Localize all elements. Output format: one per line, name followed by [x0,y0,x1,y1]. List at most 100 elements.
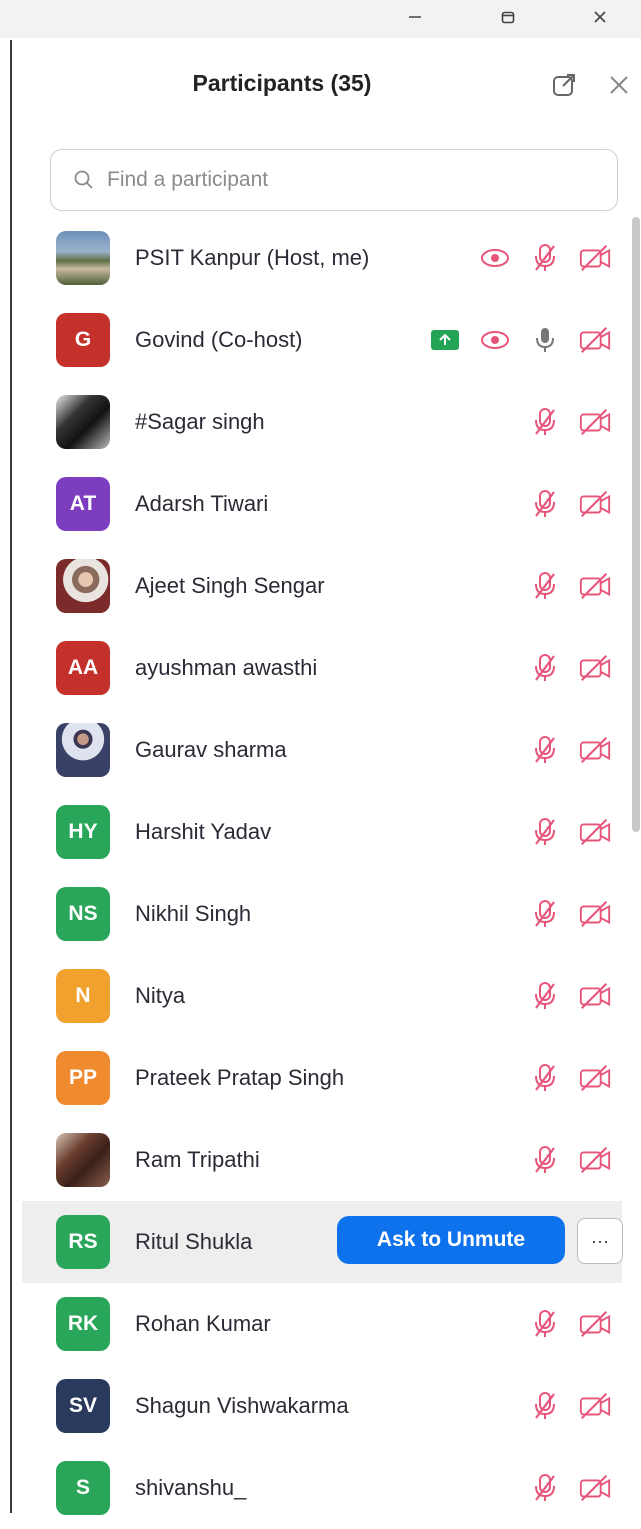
status-icons [528,627,612,709]
close-icon [594,11,606,23]
video-off-icon[interactable] [578,897,612,931]
participant-row[interactable]: NS Nikhil Singh [22,873,622,955]
status-icons [528,709,612,791]
scrollbar[interactable] [632,217,640,832]
search-box[interactable] [50,149,618,211]
participant-row[interactable]: SV Shagun Vishwakarma [22,1365,622,1447]
mic-muted-icon[interactable] [528,1307,562,1341]
avatar: NS [56,887,110,941]
title-bar [0,0,641,38]
mic-muted-icon[interactable] [528,1143,562,1177]
status-icons [528,791,612,873]
mic-muted-icon[interactable] [528,897,562,931]
status-icons [528,463,612,545]
participant-row[interactable]: G Govind (Co-host) [22,299,622,381]
participant-row[interactable]: RS Ritul Shukla Ask to Unmute ··· [22,1201,623,1283]
avatar: N [56,969,110,1023]
video-off-icon[interactable] [578,1143,612,1177]
close-panel-button[interactable] [602,68,636,102]
participant-name: Prateek Pratap Singh [135,1065,345,1090]
participant-row[interactable]: Ram Tripathi [22,1119,622,1201]
avatar: RS [56,1215,110,1269]
participant-name: Adarsh Tiwari [135,491,269,516]
spotlight-icon[interactable] [478,241,512,275]
mic-muted-icon[interactable] [528,241,562,275]
status-icons [528,1365,612,1447]
video-off-icon[interactable] [578,651,612,685]
participant-row[interactable]: RK Rohan Kumar [22,1283,622,1365]
video-off-icon[interactable] [578,1307,612,1341]
video-off-icon[interactable] [578,1471,612,1505]
participant-row[interactable]: PSIT Kanpur (Host, me) [22,217,622,299]
status-icons [528,873,612,955]
avatar: RK [56,1297,110,1351]
search-input[interactable] [105,167,609,193]
video-off-icon[interactable] [578,979,612,1013]
video-off-icon[interactable] [578,569,612,603]
video-off-icon[interactable] [578,1389,612,1423]
mic-muted-icon[interactable] [528,815,562,849]
mic-muted-icon[interactable] [528,405,562,439]
status-icons [528,955,612,1037]
participant-name: Harshit Yadav [135,819,272,844]
avatar: PP [56,1051,110,1105]
avatar: G [56,313,110,367]
restore-icon [501,11,515,24]
avatar [56,231,110,285]
mic-muted-icon[interactable] [528,733,562,767]
more-options-button[interactable]: ··· [577,1218,623,1264]
maximize-button[interactable] [483,0,533,34]
participant-row[interactable]: HY Harshit Yadav [22,791,622,873]
avatar: AA [56,641,110,695]
status-icons [528,1283,612,1365]
participant-row[interactable]: AT Adarsh Tiwari [22,463,622,545]
participant-row[interactable]: N Nitya [22,955,622,1037]
video-off-icon[interactable] [578,1061,612,1095]
window-close-button[interactable] [575,0,625,34]
pop-out-icon [553,74,575,96]
mic-muted-icon[interactable] [528,1061,562,1095]
mic-muted-icon[interactable] [528,651,562,685]
video-off-icon[interactable] [578,323,612,357]
participant-row[interactable]: PP Prateek Pratap Singh [22,1037,622,1119]
mic-muted-icon[interactable] [528,569,562,603]
minimize-button[interactable] [390,0,440,34]
participant-name: Ritul Shukla [135,1229,253,1254]
avatar: AT [56,477,110,531]
status-icons [528,545,612,627]
mic-muted-icon[interactable] [528,1471,562,1505]
participant-name: shivanshu_ [135,1475,247,1500]
participant-row[interactable]: #Sagar singh [22,381,622,463]
ask-to-unmute-button[interactable]: Ask to Unmute [337,1216,565,1264]
mic-muted-icon[interactable] [528,1389,562,1423]
mic-on-icon[interactable] [528,323,562,357]
video-off-icon[interactable] [578,815,612,849]
status-icons [528,1037,612,1119]
status-icons [428,299,612,381]
avatar: SV [56,1379,110,1433]
avatar: HY [56,805,110,859]
participant-row[interactable]: AA ayushman awasthi [22,627,622,709]
video-off-icon[interactable] [578,241,612,275]
status-icons [478,217,612,299]
video-off-icon[interactable] [578,405,612,439]
status-icons [528,1447,612,1529]
participant-name: ayushman awasthi [135,655,318,680]
participant-list: PSIT Kanpur (Host, me) G Govind (Co-host) #… [12,217,632,1515]
participant-name: PSIT Kanpur (Host, me) [135,245,370,270]
participant-row[interactable]: Gaurav sharma [22,709,622,791]
participant-row[interactable]: Ajeet Singh Sengar [22,545,622,627]
mic-muted-icon[interactable] [528,487,562,521]
avatar: S [56,1461,110,1515]
video-off-icon[interactable] [578,733,612,767]
panel-header: Participants (35) [12,56,641,116]
participant-name: Rohan Kumar [135,1311,271,1336]
video-off-icon[interactable] [578,487,612,521]
mic-muted-icon[interactable] [528,979,562,1013]
participant-row[interactable]: Sshivanshu_ [22,1447,622,1529]
participant-name: Ram Tripathi [135,1147,260,1172]
avatar [56,395,110,449]
spotlight-icon[interactable] [478,323,512,357]
participant-name: Ajeet Singh Sengar [135,573,325,598]
pop-out-button[interactable] [547,68,581,102]
